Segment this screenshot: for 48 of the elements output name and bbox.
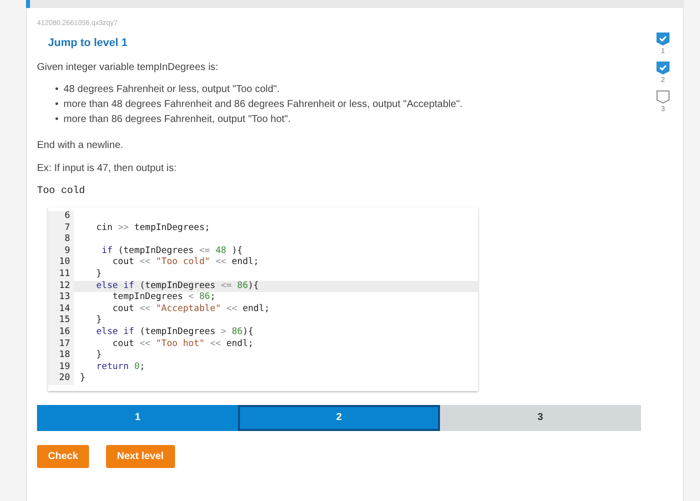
line-number: 12: [48, 280, 74, 292]
next-level-button[interactable]: Next level: [106, 444, 175, 468]
bullet: •: [55, 113, 59, 127]
code-line: cin >> tempInDegrees;: [95, 222, 210, 234]
code-editor[interactable]: [48, 207, 478, 391]
check-button[interactable]: Check: [37, 444, 90, 468]
line-number: 10: [48, 257, 74, 269]
line-number: 20: [48, 373, 74, 385]
code-line: tempInDegrees < 86;: [112, 292, 216, 304]
code-line: cout << "Acceptable" << endl;: [112, 304, 270, 316]
line-number: 17: [48, 338, 74, 350]
code-line: }: [95, 315, 102, 327]
level-tab[interactable]: 2: [238, 404, 440, 431]
line-number: 16: [48, 326, 74, 339]
code-line: else if (tempInDegrees > 86){: [95, 326, 254, 339]
code-line: else if (tempInDegrees <= 86){: [95, 280, 259, 292]
code-line: }: [95, 268, 102, 281]
line-number: 18: [48, 350, 74, 362]
level-tab[interactable]: 3: [440, 404, 641, 431]
level-badge-icon[interactable]: [656, 32, 670, 46]
bullet: •: [55, 98, 59, 112]
rule-item: more than 48 degrees Fahrenheit and 86 degrees Fahrenheit or less, output "Acceptable".: [64, 98, 463, 112]
intro-text: Given integer variable tempInDegrees is:: [37, 61, 220, 75]
rule-item: 48 degrees Fahrenheit or less, output "Too cold".: [64, 83, 280, 97]
ending-text: End with a newline.: [37, 139, 124, 153]
line-number: 11: [48, 268, 74, 281]
code-line: cout << "Too cold" << endl;: [112, 257, 259, 269]
rule-item: more than 86 degrees Fahrenheit, output "Too hot".: [64, 113, 291, 127]
line-number: 13: [48, 292, 74, 304]
line-number: 15: [48, 315, 74, 327]
line-number: 19: [48, 362, 74, 374]
line-number: 8: [48, 234, 74, 246]
line-number: 6: [48, 211, 74, 223]
line-number: 14: [48, 304, 74, 316]
level-badge-icon[interactable]: [656, 61, 670, 75]
code-line: cout << "Too hot" << endl;: [112, 338, 254, 350]
line-number: 9: [48, 246, 74, 258]
example-output: Too cold: [37, 186, 86, 197]
level-tab[interactable]: 1: [37, 404, 238, 431]
code-line: }: [79, 373, 86, 385]
jump-link[interactable]: Jump to level 1: [48, 37, 643, 49]
level-badge-icon[interactable]: [656, 90, 670, 104]
code-line: return 0;: [95, 362, 146, 374]
bullet: •: [55, 83, 59, 97]
code-line: }: [95, 350, 102, 362]
code-line: if (tempInDegrees <= 48 ){: [100, 246, 243, 257]
example-text: Ex: If input is 47, then output is:: [37, 162, 178, 176]
line-number: 7: [48, 222, 74, 234]
